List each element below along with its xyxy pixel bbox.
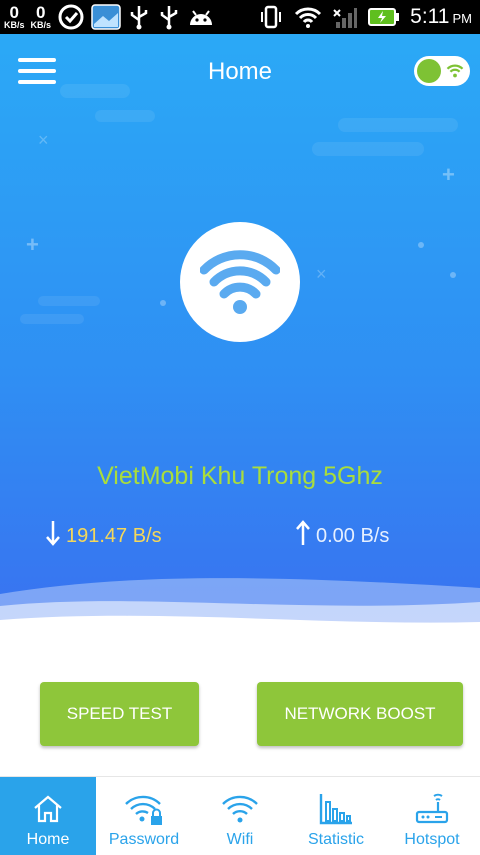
wifi-icon [221,787,259,831]
upload-speed-value: 0 [36,3,46,22]
arrow-up-icon [296,520,316,552]
wave-decoration [0,578,480,650]
decor-cross: × [38,130,49,150]
router-icon [414,787,450,831]
bar-chart-icon [318,787,354,831]
decor-plus: + [26,232,39,257]
decor-cloud [338,118,458,132]
wifi-signal-icon [294,5,322,29]
hero-panel: × + + × Home VietMobi Khu Trong 5Ghz 191… [0,34,480,650]
nav-item-hotspot[interactable]: Hotspot [384,777,480,855]
wifi-icon [446,62,464,85]
android-icon [187,5,215,29]
status-bar: 0 KB/s 0 KB/s 5:11 PM [0,0,480,34]
toggle-knob [417,59,441,83]
nav-label-statistic: Statistic [307,831,364,848]
download-rate: 191.47 B/s [46,520,162,552]
usb-icon [127,4,151,30]
decor-cross: × [316,264,327,284]
app-header: Home [0,34,480,110]
nav-item-wifi[interactable]: Wifi [192,777,288,855]
decor-cloud [312,142,424,156]
usb-icon [157,4,181,30]
decor-cloud [95,110,155,122]
upload-rate-value: 0.00 B/s [316,524,390,547]
download-rate-value: 191.47 B/s [66,524,162,547]
wifi-status-badge [180,222,300,342]
wifi-icon [199,244,281,321]
nav-label-password: Password [108,831,180,848]
download-speed-unit: KB/s [4,20,25,30]
upload-rate: 0.00 B/s [296,520,389,552]
decor-dot [418,242,424,248]
home-icon [32,787,64,831]
clock: 5:11 PM [410,5,472,29]
nav-item-statistic[interactable]: Statistic [288,777,384,855]
nav-label-hotspot: Hotspot [404,831,460,848]
nav-item-password[interactable]: Password [96,777,192,855]
wifi-lock-icon [124,787,164,831]
upload-speed-unit: KB/s [30,20,52,30]
decor-plus: + [442,162,455,187]
photo-icon [91,4,121,30]
decor-dot [450,272,456,278]
decor-cloud [38,296,100,306]
nav-item-home[interactable]: Home [0,777,96,855]
upload-speed-indicator: 0 KB/s [31,4,52,30]
bottom-navigation: Home Password Wifi Statistic Hotspot [0,776,480,855]
decor-cloud [20,314,84,324]
nav-label-home: Home [26,831,70,848]
download-speed-value: 0 [9,3,19,22]
speed-test-button[interactable]: SPEED TEST [40,682,199,746]
clock-time: 5:11 [410,5,450,28]
timer-icon [57,3,85,31]
cell-signal-icon [332,4,358,30]
battery-charging-icon [368,7,400,27]
wifi-toggle[interactable] [414,56,470,86]
page-title: Home [207,58,273,85]
vibrate-icon [258,4,284,30]
nav-label-wifi: Wifi [226,831,254,848]
download-speed-indicator: 0 KB/s [4,4,25,30]
network-name: VietMobi Khu Trong 5Ghz [97,462,383,490]
arrow-down-icon [46,520,66,552]
clock-ampm: PM [452,11,473,26]
network-boost-button[interactable]: NETWORK BOOST [257,682,463,746]
decor-dot [160,300,166,306]
